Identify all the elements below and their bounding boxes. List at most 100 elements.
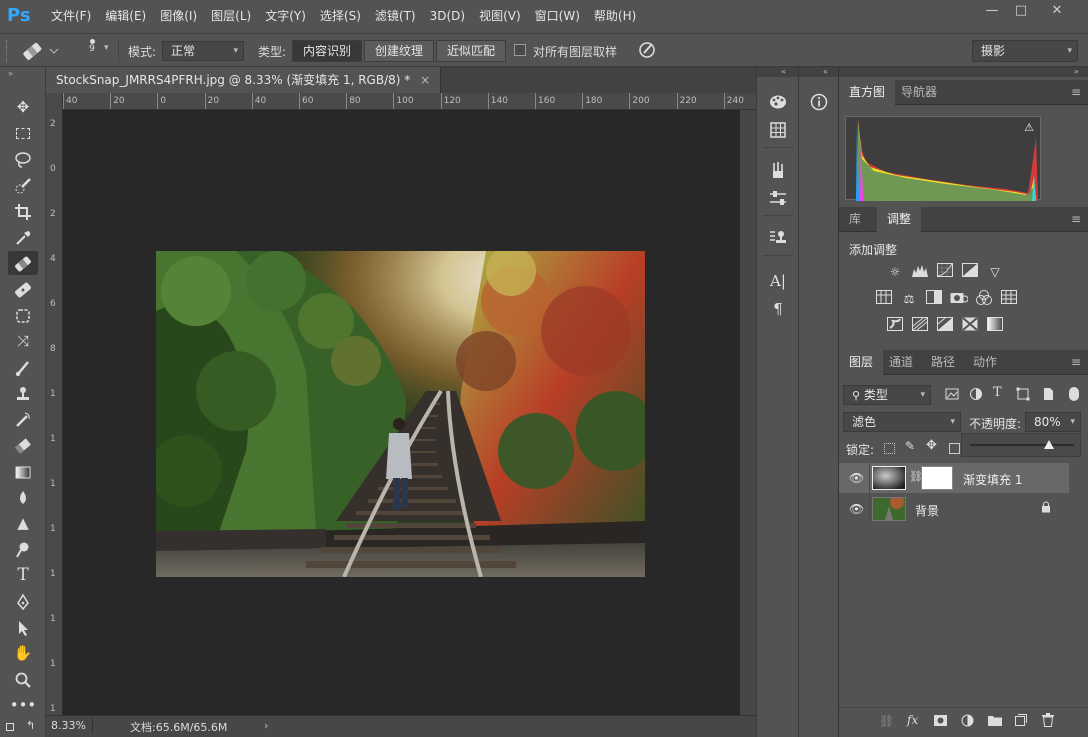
path-selection-tool-icon[interactable]	[8, 615, 38, 639]
grip-handle[interactable]	[6, 40, 9, 62]
new-layer-icon[interactable]	[1015, 714, 1027, 726]
layer-thumbnail-gradient[interactable]	[872, 466, 906, 490]
exposure-icon[interactable]	[961, 263, 979, 281]
mode-dropdown[interactable]: 正常 ▾	[162, 41, 244, 61]
trash-icon[interactable]	[1042, 713, 1054, 727]
zoom-level[interactable]: 8.33%	[51, 719, 86, 732]
tab-channels[interactable]: 通道	[879, 350, 923, 375]
vertical-ruler[interactable]: 2 0 2 4 6 8 1 1 1 1 1 1 1 1	[46, 93, 63, 715]
default-colors-icon[interactable]	[6, 723, 14, 731]
dock-header[interactable]	[799, 67, 838, 77]
horizontal-ruler[interactable]: 40 20 0 20 40 60 80 100 120 140 160 180 200 220 240	[46, 93, 756, 110]
dock-header[interactable]	[757, 67, 798, 77]
document-tab[interactable]: StockSnap_JMRRS4PFRH.jpg @ 8.33% (渐变填充 1…	[46, 67, 442, 93]
content-aware-move-tool-icon[interactable]: ⤨	[8, 329, 38, 353]
opacity-slider-popup[interactable]	[961, 433, 1081, 457]
menu-image[interactable]: 图像(I)	[153, 0, 204, 33]
levels-icon[interactable]	[911, 263, 929, 281]
character-panel-icon[interactable]: A|	[765, 269, 791, 293]
close-button[interactable]: ✕	[1042, 0, 1072, 22]
posterize-icon[interactable]	[911, 317, 929, 335]
quick-selection-tool-icon[interactable]	[8, 173, 38, 197]
menu-help[interactable]: 帮助(H)	[587, 0, 643, 33]
filter-type-icon[interactable]: T	[993, 385, 1002, 400]
menu-type[interactable]: 文字(Y)	[258, 0, 313, 33]
blur-tool-icon[interactable]	[8, 485, 38, 509]
swap-colors-icon[interactable]: ↰	[26, 719, 35, 732]
tab-adjustments[interactable]: 调整	[877, 207, 922, 232]
opacity-input[interactable]: 80% ▾	[1025, 412, 1081, 432]
photo-filter-icon[interactable]	[950, 290, 969, 308]
tab-libraries[interactable]: 库	[839, 207, 871, 232]
document-image[interactable]	[156, 251, 645, 577]
color-balance-icon[interactable]: ⚖	[900, 290, 918, 308]
panel-menu-icon[interactable]: ≡	[1071, 85, 1081, 99]
gradient-map-icon[interactable]	[986, 317, 1004, 335]
collapse-arrows-icon[interactable]: «	[823, 67, 828, 76]
filter-pixel-icon[interactable]	[945, 387, 959, 401]
marquee-tool-icon[interactable]	[8, 121, 38, 145]
more-tools-icon[interactable]: •••	[8, 693, 38, 717]
brush-size-picker[interactable]: 9	[82, 38, 102, 64]
tab-actions[interactable]: 动作	[963, 350, 1007, 375]
layer-thumbnail-background[interactable]	[872, 497, 906, 521]
layer-mask-thumbnail[interactable]	[921, 466, 953, 490]
info-icon[interactable]	[806, 89, 832, 113]
paragraph-panel-icon[interactable]: ¶	[765, 297, 791, 321]
tab-paths[interactable]: 路径	[921, 350, 965, 375]
filter-adjustment-icon[interactable]	[969, 387, 983, 401]
layer-row-gradient-fill[interactable]: 👁 ⛓ 渐变填充 1	[839, 463, 1069, 493]
mask-icon[interactable]	[934, 715, 947, 726]
brushes-icon[interactable]	[765, 157, 791, 181]
expand-arrows-icon[interactable]: »	[1074, 67, 1079, 76]
patch-tool-icon[interactable]	[8, 303, 38, 327]
clone-source-icon[interactable]	[765, 225, 791, 249]
channel-mixer-icon[interactable]	[975, 290, 993, 308]
menu-edit[interactable]: 编辑(E)	[98, 0, 153, 33]
eye-icon[interactable]: 👁	[849, 471, 864, 485]
clone-stamp-tool-icon[interactable]	[8, 381, 38, 405]
status-menu-arrow-icon[interactable]: ›	[264, 719, 268, 732]
layer-filter-dropdown[interactable]: ⚲ 类型 ▾	[843, 385, 931, 405]
canvas-area[interactable]	[63, 110, 740, 715]
lock-paint-icon[interactable]: ✎	[905, 439, 915, 453]
panel-menu-icon[interactable]: ≡	[1071, 355, 1081, 369]
gradient-tool-icon[interactable]	[8, 459, 38, 483]
collapse-arrows-icon[interactable]: «	[781, 67, 786, 76]
tool-preset-picker[interactable]	[20, 39, 60, 63]
color-palette-icon[interactable]	[765, 89, 791, 113]
threshold-icon[interactable]	[936, 317, 954, 335]
lock-artboard-icon[interactable]	[949, 443, 960, 454]
fx-icon[interactable]: fx	[907, 713, 918, 727]
brush-settings-icon[interactable]	[765, 185, 791, 209]
tab-layers[interactable]: 图层	[839, 350, 884, 375]
filter-toggle-switch[interactable]	[1069, 387, 1079, 401]
filter-shape-icon[interactable]	[1016, 387, 1030, 401]
panel-menu-icon[interactable]: ≡	[1071, 212, 1081, 226]
menu-3d[interactable]: 3D(D)	[423, 0, 472, 33]
workspace-dropdown[interactable]: 摄影 ▾	[972, 40, 1078, 62]
spot-healing-brush-tool-icon[interactable]	[8, 251, 38, 275]
vibrance-icon[interactable]: ▽	[986, 263, 1004, 281]
close-icon[interactable]: ×	[420, 73, 430, 87]
proximity-match-button[interactable]: 近似匹配	[436, 40, 507, 62]
adjustment-icon[interactable]	[961, 714, 974, 727]
swatches-grid-icon[interactable]	[765, 117, 791, 141]
vertical-scrollbar[interactable]	[740, 110, 756, 715]
chevron-down-icon[interactable]: ▾	[104, 43, 109, 53]
invert-icon[interactable]	[886, 317, 904, 335]
menu-view[interactable]: 视图(V)	[472, 0, 528, 33]
color-swatches[interactable]: ↰	[6, 717, 40, 735]
dodge-tool-icon[interactable]	[8, 537, 38, 561]
menu-window[interactable]: 窗口(W)	[528, 0, 587, 33]
pressure-size-icon[interactable]	[638, 40, 658, 60]
eyedropper-tool-icon[interactable]	[8, 225, 38, 249]
type-tool-icon[interactable]: T	[8, 563, 38, 587]
opacity-slider-track[interactable]	[970, 444, 1074, 446]
folder-icon[interactable]	[988, 715, 1002, 726]
dock-header[interactable]	[839, 67, 1088, 77]
crop-tool-icon[interactable]	[8, 199, 38, 223]
healing-brush-tool-icon[interactable]	[8, 277, 38, 301]
lock-move-icon[interactable]: ✥	[926, 438, 937, 453]
create-texture-button[interactable]: 创建纹理	[364, 40, 435, 62]
